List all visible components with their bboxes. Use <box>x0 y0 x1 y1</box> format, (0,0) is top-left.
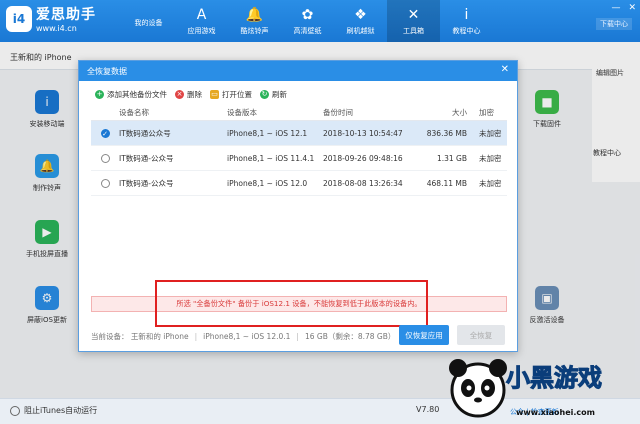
backup-table: 设备名称 设备版本 备份时间 大小 加密 ✓ IT数码通公众号 iPhone8,… <box>91 105 507 196</box>
nav-wallpapers[interactable]: ✿ 高清壁纸 <box>281 0 334 42</box>
window-controls: — ✕ <box>611 3 636 13</box>
table-row[interactable]: ✓ IT数码通公众号 iPhone8,1 ~ iOS 12.1 2018-10-… <box>91 121 507 146</box>
add-icon: + <box>95 90 104 99</box>
nav-label: 刷机越狱 <box>346 26 375 35</box>
col-backup-time: 备份时间 <box>323 108 353 117</box>
row-version: iPhone8,1 ~ iOS 12.0 <box>227 178 308 188</box>
app-logo: i4 爱思助手 www.i4.cn <box>6 4 96 33</box>
row-size: 468.11 MB <box>426 178 467 188</box>
refresh-label: 刷新 <box>272 90 287 99</box>
table-header: 设备名称 设备版本 备份时间 大小 加密 <box>91 105 507 121</box>
refresh-icon: ↻ <box>260 90 269 99</box>
radio-icon <box>10 405 20 416</box>
row-size: 836.36 MB <box>426 128 467 138</box>
nav-tutorials[interactable]: i 教程中心 <box>440 0 493 42</box>
radio-icon[interactable] <box>100 153 110 163</box>
dropbox-icon: ❖ <box>354 6 367 23</box>
row-device-name: IT数码通公众号 <box>119 128 171 138</box>
nav-label: 应用游戏 <box>187 26 216 35</box>
table-row[interactable]: IT数码通-公众号 iPhone8,1 ~ iOS 12.0 2018-08-0… <box>91 171 507 196</box>
watermark-text: 小黑游戏 <box>506 364 603 393</box>
block-itunes-toggle[interactable]: 阻止iTunes自动运行 <box>10 405 97 416</box>
nav-label: 我的设备 <box>134 18 163 27</box>
watermark-url: www.xiaohei.com <box>516 408 595 417</box>
delete-label: 删除 <box>187 90 202 99</box>
row-device-name: IT数码通-公众号 <box>119 178 174 188</box>
i4-logo-icon: i4 <box>6 5 32 32</box>
full-restore-dialog: 全恢复数据 ✕ + 添加其他备份文件 × 删除 ▭ 打开位置 ↻ 刷新 设备名称… <box>78 60 518 352</box>
full-restore-button[interactable]: 全恢复 <box>457 325 505 345</box>
restore-apps-button[interactable]: 仅恢复应用 <box>399 325 449 345</box>
app-url: www.i4.cn <box>36 24 77 33</box>
close-icon[interactable]: ✕ <box>628 3 636 13</box>
delete-icon: × <box>175 90 184 99</box>
row-encrypted: 未加密 <box>479 128 502 138</box>
row-time: 2018-10-13 10:54:47 <box>323 128 403 138</box>
main-nav: 我的设备 A 应用游戏 🔔 酷炫铃声 ✿ 高清壁纸 ❖ 刷机越狱 ✕ 工具箱 i 教程中心 <box>122 0 493 42</box>
highlight-box <box>155 280 428 327</box>
tools-icon: ✕ <box>407 6 420 23</box>
dialog-toolbar: + 添加其他备份文件 × 删除 ▭ 打开位置 ↻ 刷新 <box>79 81 517 101</box>
nav-label: 工具箱 <box>403 26 424 35</box>
bell-icon: 🔔 <box>245 6 264 23</box>
row-size: 1.31 GB <box>436 153 467 163</box>
nav-label: 酷炫铃声 <box>240 26 269 35</box>
row-time: 2018-09-26 09:48:16 <box>323 153 403 163</box>
row-version: iPhone8,1 ~ iOS 12.1 <box>227 128 308 138</box>
row-encrypted: 未加密 <box>479 178 502 188</box>
nav-ringtones[interactable]: 🔔 酷炫铃声 <box>228 0 281 42</box>
col-size: 大小 <box>452 108 467 117</box>
nav-toolbox[interactable]: ✕ 工具箱 <box>387 0 440 42</box>
delete-button[interactable]: × 删除 <box>175 89 202 100</box>
nav-apps-games[interactable]: A 应用游戏 <box>175 0 228 42</box>
add-backup-label: 添加其他备份文件 <box>107 90 167 99</box>
open-location-button[interactable]: ▭ 打开位置 <box>210 89 252 100</box>
dialog-title-bar: 全恢复数据 ✕ <box>79 61 517 81</box>
block-itunes-label: 阻止iTunes自动运行 <box>24 406 98 415</box>
nav-label: 高清壁纸 <box>293 26 322 35</box>
row-time: 2018-08-08 13:26:34 <box>323 178 403 188</box>
col-device-version: 设备版本 <box>227 108 257 117</box>
open-location-label: 打开位置 <box>222 90 252 99</box>
dialog-title: 全恢复数据 <box>87 67 127 76</box>
folder-icon: ▭ <box>210 90 219 99</box>
refresh-button[interactable]: ↻ 刷新 <box>260 89 287 100</box>
download-center-button[interactable]: 下载中心 <box>596 18 632 30</box>
minimize-icon[interactable]: — <box>611 3 620 13</box>
device-storage: 16 GB（剩余：8.78 GB） <box>304 331 396 341</box>
row-version: iPhone8,1 ~ iOS 11.4.1 <box>227 153 315 163</box>
add-backup-button[interactable]: + 添加其他备份文件 <box>95 89 167 100</box>
col-device-name: 设备名称 <box>119 108 149 117</box>
col-encrypted: 加密 <box>479 108 494 117</box>
info-icon: i <box>464 6 469 23</box>
current-device: 当前设备： 王新和的 iPhone <box>91 331 189 341</box>
close-icon[interactable]: ✕ <box>501 64 509 75</box>
watermark: 小黑游戏 www.xiaohei.com <box>442 352 638 422</box>
nav-flash-jailbreak[interactable]: ❖ 刷机越狱 <box>334 0 387 42</box>
version-label: V7.80 <box>416 405 440 414</box>
nav-my-device[interactable]: 我的设备 <box>122 0 175 42</box>
top-bar: i4 爱思助手 www.i4.cn 我的设备 A 应用游戏 🔔 酷炫铃声 ✿ 高清壁纸… <box>0 0 640 42</box>
app-store-icon: A <box>196 6 207 23</box>
device-model: iPhone8,1 ~ iOS 12.0.1 <box>203 331 291 341</box>
row-device-name: IT数码通-公众号 <box>119 153 174 163</box>
nav-label: 教程中心 <box>452 26 481 35</box>
radio-checked-icon[interactable]: ✓ <box>100 128 110 138</box>
row-encrypted: 未加密 <box>479 153 502 163</box>
flower-icon: ✿ <box>301 6 314 23</box>
table-row[interactable]: IT数码通-公众号 iPhone8,1 ~ iOS 11.4.1 2018-09… <box>91 146 507 171</box>
app-name: 爱思助手 <box>36 7 96 23</box>
radio-icon[interactable] <box>100 178 110 188</box>
